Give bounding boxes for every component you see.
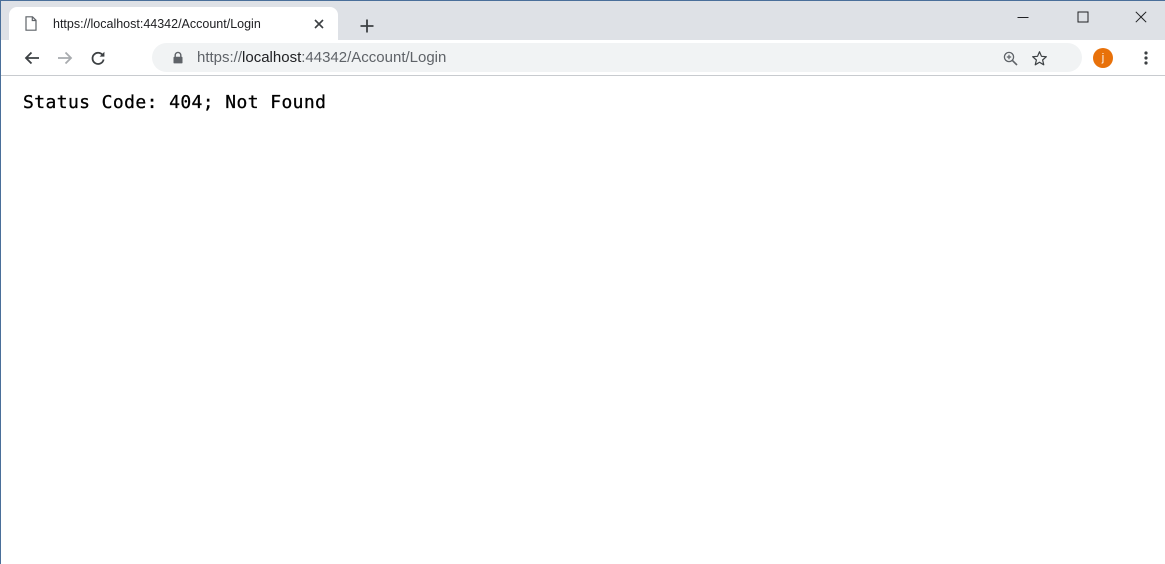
browser-window: https://localhost:44342/Account/Login ht… (0, 0, 1165, 564)
bookmark-star-icon[interactable] (1028, 47, 1050, 69)
lock-icon[interactable] (172, 51, 184, 64)
status-message: Status Code: 404; Not Found (23, 92, 327, 113)
page-icon (23, 16, 39, 32)
tab-title: https://localhost:44342/Account/Login (53, 16, 261, 31)
url-scheme: https:// (197, 49, 243, 66)
new-tab-button[interactable] (357, 16, 377, 36)
minimize-button[interactable] (1000, 1, 1046, 33)
zoom-icon[interactable] (1000, 48, 1020, 68)
url-text[interactable]: https://localhost:44342/Account/Login (197, 49, 446, 66)
url-path: :44342/Account/Login (301, 49, 447, 66)
toolbar: https://localhost:44342/Account/Login j (1, 40, 1165, 76)
maximize-button[interactable] (1060, 1, 1106, 33)
url-host: localhost (242, 49, 302, 66)
reload-button[interactable] (87, 47, 109, 69)
reload-icon (91, 51, 105, 65)
tab-active[interactable]: https://localhost:44342/Account/Login (9, 7, 338, 40)
page-content: Status Code: 404; Not Found (1, 76, 1165, 113)
profile-avatar[interactable]: j (1093, 48, 1113, 68)
menu-button[interactable] (1137, 48, 1155, 68)
window-close-button[interactable] (1118, 1, 1164, 33)
back-arrow-icon (24, 51, 39, 65)
forward-button[interactable] (54, 47, 76, 69)
back-button[interactable] (21, 47, 43, 69)
vertical-dots-icon (1144, 51, 1148, 65)
tab-strip: https://localhost:44342/Account/Login (1, 1, 1165, 40)
address-bar[interactable]: https://localhost:44342/Account/Login (152, 43, 1082, 72)
forward-arrow-icon (58, 51, 73, 65)
tab-close-icon[interactable] (310, 15, 328, 33)
